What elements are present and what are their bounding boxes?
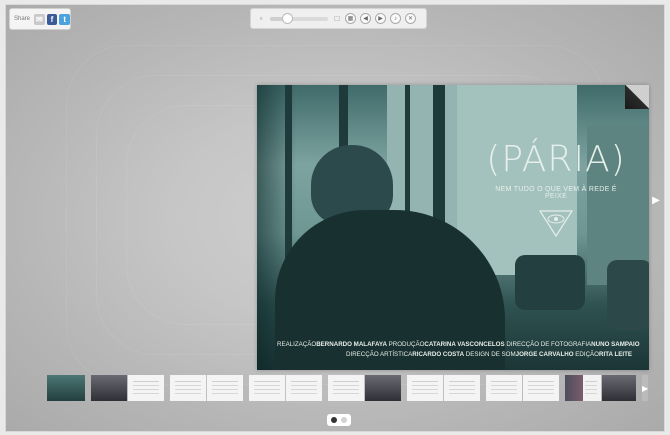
title-block: (PÁRIA) NEM TUDO O QUE VEM À REDE É PEIX… xyxy=(486,139,626,243)
tree-trunk xyxy=(285,85,292,265)
credit-name: CATARINA VASCONCELOS xyxy=(424,341,505,348)
credit-name: RICARDO COSTA xyxy=(412,351,465,358)
credit-role: DESIGN DE SOM xyxy=(465,351,516,358)
credit-role: DIRECÇÃO DE FOTOGRAFIA xyxy=(506,341,592,348)
facebook-icon[interactable]: f xyxy=(46,13,58,25)
next-page-arrow-icon[interactable]: ▶ xyxy=(651,190,661,210)
credits-line: DIRECÇÃO ARTÍSTICARICARDO COSTA DESIGN D… xyxy=(277,350,632,360)
mail-icon[interactable]: ✉ xyxy=(34,13,45,25)
eye-triangle-logo xyxy=(538,210,574,238)
next-icon[interactable]: ▶ xyxy=(375,13,386,24)
zoom-slider-knob[interactable] xyxy=(282,12,294,24)
credits: REALIZAÇÃOBERNARDO MALAFAYA PRODUÇÃOCATA… xyxy=(277,340,640,360)
film-tagline: NEM TUDO O QUE VEM À REDE É PEIXE xyxy=(495,186,617,200)
thumbnail-strip: ▶ xyxy=(47,374,649,402)
credit-role: PRODUÇÃO xyxy=(388,341,425,348)
toolbar: ▫ □ ▦ ◀ ▶ ♪ ✕ xyxy=(250,8,427,29)
credit-role: EDIÇÃO xyxy=(575,351,599,358)
thumbnail[interactable] xyxy=(91,375,164,401)
thumbnail[interactable] xyxy=(47,375,85,401)
car xyxy=(515,255,585,310)
zoom-out-icon[interactable]: ▫ xyxy=(255,13,267,25)
credit-name: BERNARDO MALAFAYA xyxy=(316,341,387,348)
credit-name: RITA LEITE xyxy=(599,351,632,358)
share-box: Share ✉ f t xyxy=(9,8,71,30)
thumbnail[interactable] xyxy=(407,375,480,401)
credit-name: JORGE CARVALHO xyxy=(515,351,574,358)
thumbnail[interactable] xyxy=(170,375,243,401)
sound-icon[interactable]: ♪ xyxy=(390,13,401,24)
fullscreen-icon[interactable]: ✕ xyxy=(405,13,416,24)
thumbnail[interactable] xyxy=(249,375,322,401)
film-title: (PÁRIA) xyxy=(486,139,626,180)
share-label: Share xyxy=(14,16,31,22)
thumbnail-next-icon[interactable]: ▶ xyxy=(642,375,649,401)
thumbnail[interactable] xyxy=(486,375,559,401)
page-corner-curl[interactable] xyxy=(625,85,649,109)
thumbnail[interactable] xyxy=(565,375,636,401)
book-page[interactable]: (PÁRIA) NEM TUDO O QUE VEM À REDE É PEIX… xyxy=(257,85,649,370)
grid-icon[interactable]: ▦ xyxy=(345,13,356,24)
car xyxy=(607,260,649,330)
pager-dot[interactable] xyxy=(341,417,347,423)
zoom-in-icon[interactable]: □ xyxy=(331,13,343,25)
credit-role: DIRECÇÃO ARTÍSTICA xyxy=(346,351,413,358)
credit-role: REALIZAÇÃO xyxy=(277,341,317,348)
thumbnail[interactable] xyxy=(328,375,401,401)
prev-icon[interactable]: ◀ xyxy=(360,13,371,24)
lamp-post xyxy=(405,85,410,225)
credit-name: NUNO SAMPAIO xyxy=(591,341,640,348)
credits-line: REALIZAÇÃOBERNARDO MALAFAYA PRODUÇÃOCATA… xyxy=(277,340,640,350)
pager xyxy=(327,414,351,426)
zoom-slider[interactable] xyxy=(270,12,328,24)
pager-dot[interactable] xyxy=(331,417,337,423)
twitter-icon[interactable]: t xyxy=(59,13,70,25)
